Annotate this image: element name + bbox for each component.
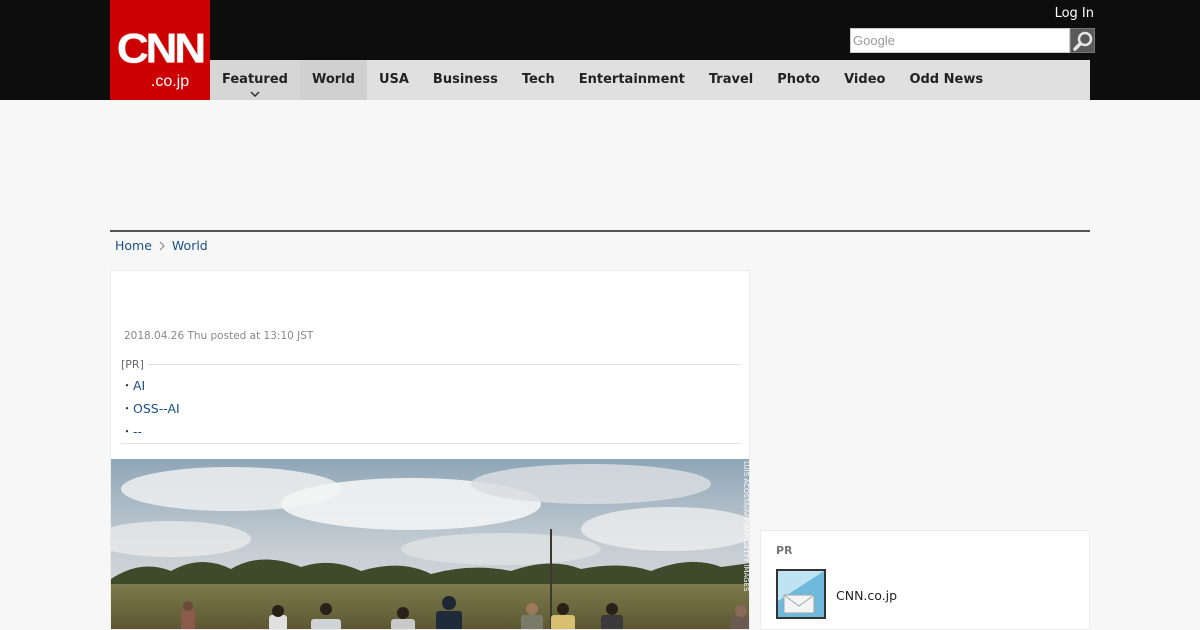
chevron-right-icon: [159, 241, 165, 251]
nav-item-video[interactable]: Video: [832, 60, 897, 100]
nav-item-photo[interactable]: Photo: [765, 60, 832, 100]
nav-item-business[interactable]: Business: [421, 60, 510, 100]
nav-item-label: Entertainment: [578, 72, 685, 87]
pr-links-box: [PR] ・ AI ・ OSS--AI ・ --: [121, 358, 741, 444]
search-button[interactable]: [1070, 28, 1095, 53]
envelope-icon[interactable]: [776, 569, 826, 619]
breadcrumb-world-link[interactable]: World: [172, 238, 208, 253]
nav-item-usa[interactable]: USA: [367, 60, 421, 100]
sidebar-pr-link[interactable]: CNN.co.jp: [836, 588, 897, 603]
photo-illustration: [111, 459, 749, 629]
cnn-logo[interactable]: CNN .co.jp: [110, 0, 210, 100]
header-bar: CNN .co.jp Log In Featured World USA Bus…: [0, 0, 1200, 100]
search-input[interactable]: [850, 28, 1070, 53]
list-item: ・ --: [121, 420, 180, 443]
logo-sub-text: .co.jp: [150, 73, 190, 90]
bullet: ・: [121, 378, 133, 392]
divider: [110, 230, 1090, 232]
sidebar-pr-box: PR CNN.co.jp: [760, 530, 1090, 630]
chevron-down-icon: [250, 91, 260, 97]
nav-item-label: Video: [844, 72, 886, 87]
logo-main-text: CNN: [116, 25, 206, 73]
article-photo: LUIS ACOSTA/AFP/AFP/GETTY IMAGES: [111, 459, 750, 629]
pr-label: [PR]: [121, 358, 148, 371]
main-nav: Featured World USA Business Tech Enterta…: [210, 60, 1090, 100]
article-card: 2018.04.26 Thu posted at 13:10 JST [PR] …: [110, 270, 750, 630]
pr-link[interactable]: --: [133, 422, 142, 442]
nav-item-label: Tech: [521, 72, 555, 87]
login-link[interactable]: Log In: [1055, 6, 1094, 21]
nav-item-label: Featured: [222, 72, 288, 87]
pr-link[interactable]: AI: [133, 376, 145, 396]
posted-timestamp: 2018.04.26 Thu posted at 13:10 JST: [124, 330, 314, 342]
nav-item-featured[interactable]: Featured: [210, 60, 300, 100]
bullet: ・: [121, 424, 133, 438]
nav-item-entertainment[interactable]: Entertainment: [567, 60, 697, 100]
nav-item-label: USA: [378, 72, 409, 87]
list-item: ・ AI: [121, 374, 180, 397]
nav-item-odd-news[interactable]: Odd News: [897, 60, 995, 100]
pr-link[interactable]: OSS--AI: [133, 399, 180, 419]
sidebar-pr-label: PR: [776, 544, 793, 557]
photo-credit: LUIS ACOSTA/AFP/AFP/GETTY IMAGES: [742, 461, 750, 592]
pr-link-list: ・ AI ・ OSS--AI ・ --: [121, 374, 180, 443]
nav-item-world[interactable]: World: [299, 60, 367, 100]
nav-item-label: Travel: [708, 72, 754, 87]
bullet: ・: [121, 401, 133, 415]
nav-item-label: Odd News: [909, 72, 984, 87]
nav-item-label: Photo: [777, 72, 821, 87]
nav-item-label: World: [311, 72, 355, 87]
search-icon: [1072, 31, 1092, 51]
nav-item-label: Business: [432, 72, 498, 87]
breadcrumb: Home World: [115, 238, 208, 253]
nav-item-tech[interactable]: Tech: [510, 60, 567, 100]
breadcrumb-home-link[interactable]: Home: [115, 238, 152, 253]
list-item: ・ OSS--AI: [121, 397, 180, 420]
nav-item-travel[interactable]: Travel: [697, 60, 765, 100]
